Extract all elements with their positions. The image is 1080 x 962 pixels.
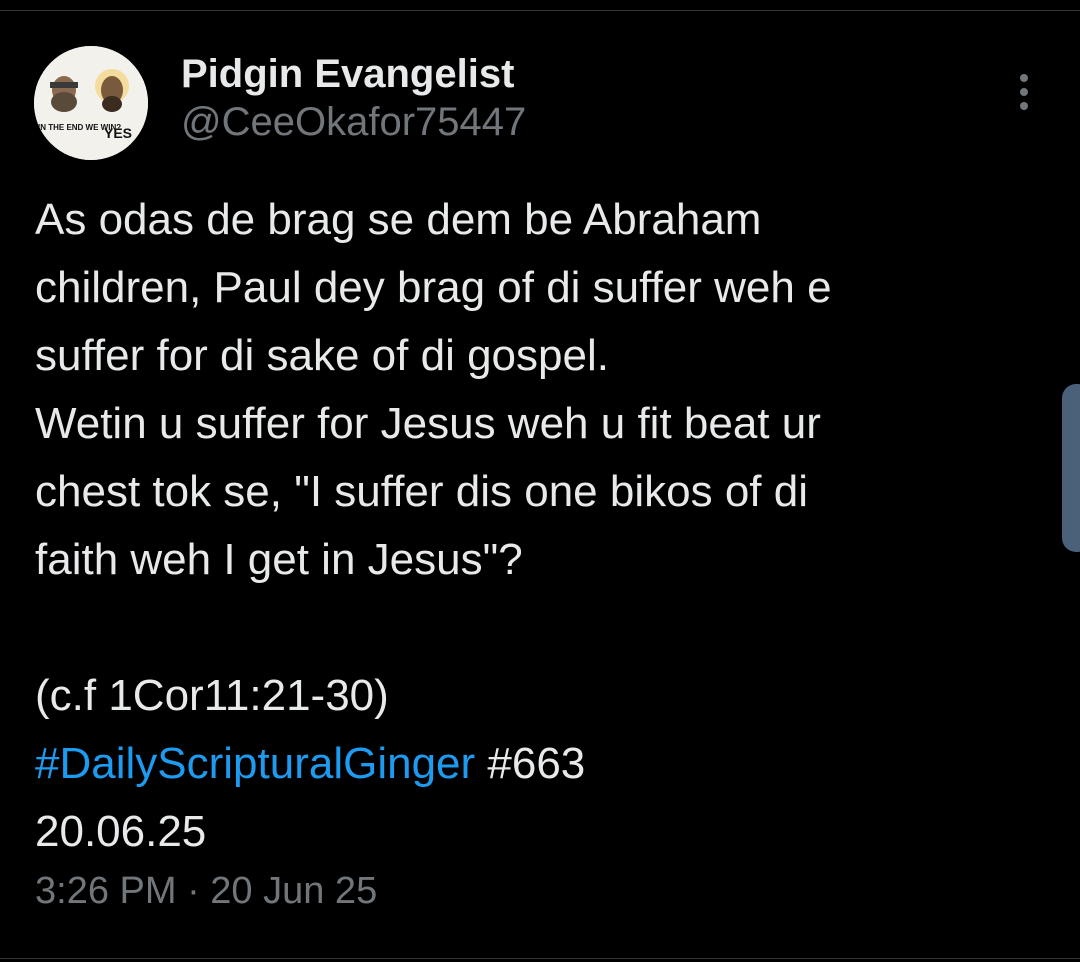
avatar[interactable]: IN THE END WE WIN? YES [34,46,148,160]
user-handle[interactable]: @CeeOkafor75447 [181,100,526,145]
scrollbar-handle[interactable] [1062,384,1080,552]
more-options-button[interactable] [1004,70,1044,114]
tweet-line: children, Paul dey brag of di suffer weh… [35,263,832,312]
hashtag-link[interactable]: #DailyScripturalGinger [35,739,475,788]
more-vertical-icon [1020,74,1028,110]
tweet-line: chest tok se, "I suffer dis one bikos of… [35,467,808,516]
tweet-timestamp[interactable]: 3:26 PM · 20 Jun 25 [35,870,377,913]
scripture-reference: (c.f 1Cor11:21-30) [35,671,389,720]
hashtag-line: #DailyScripturalGinger #663 [35,730,1045,798]
date-line: 20.06.25 [35,807,207,856]
tweet-line: As odas de brag se dem be Abraham [35,195,762,244]
number-tag: #663 [475,739,586,788]
avatar-image: IN THE END WE WIN? YES [34,46,148,160]
tweet-line: suffer for di sake of di gospel. [35,331,609,380]
avatar-caption-right: YES [104,125,132,141]
tweet-line: faith weh I get in Jesus"? [35,535,523,584]
tweet-text: As odas de brag se dem be Abraham childr… [35,186,1045,866]
tweet-line: Wetin u suffer for Jesus weh u fit beat … [35,399,821,448]
display-name[interactable]: Pidgin Evangelist [181,52,514,97]
top-divider [0,10,1080,11]
bottom-divider [0,958,1080,959]
